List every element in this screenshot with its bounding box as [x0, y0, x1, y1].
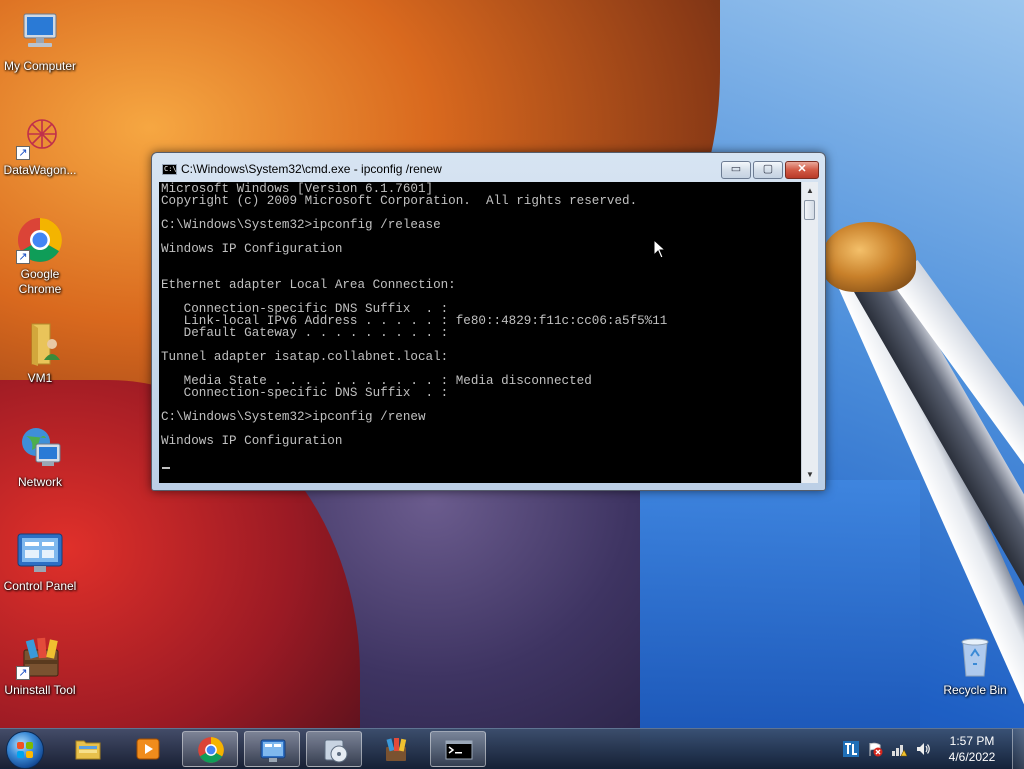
vertical-scrollbar[interactable]: ▲ ▼ [801, 182, 818, 483]
taskbar: 1:57 PM 4/6/2022 [0, 728, 1024, 769]
desktop-icon-network[interactable]: Network [0, 424, 80, 490]
folder-user-icon [16, 320, 64, 368]
network-icon [16, 424, 64, 472]
maximize-button[interactable]: ▢ [753, 161, 783, 179]
taskbar-clock[interactable]: 1:57 PM 4/6/2022 [930, 733, 1014, 765]
taskbar-command-prompt[interactable] [430, 731, 486, 767]
console-output[interactable]: Microsoft Windows [Version 6.1.7601] Cop… [159, 182, 801, 483]
show-desktop-button[interactable] [1012, 729, 1024, 769]
recycle-bin-icon [951, 632, 999, 680]
minimize-button[interactable]: ▭ [721, 161, 751, 179]
desktop-icon-control-panel[interactable]: Control Panel [0, 528, 80, 594]
scroll-up-arrow-icon[interactable]: ▲ [802, 182, 818, 199]
tl-app-icon[interactable] [843, 741, 859, 757]
control-panel-icon [260, 739, 286, 762]
shortcut-arrow-icon: ↗ [16, 146, 30, 160]
media-player-icon [136, 738, 160, 760]
text-cursor [162, 467, 170, 469]
start-button[interactable] [6, 731, 44, 769]
window-titlebar[interactable]: C:\ C:\Windows\System32\cmd.exe - ipconf… [152, 153, 825, 183]
clock-date: 4/6/2022 [948, 750, 996, 764]
close-button[interactable]: ✕ [785, 161, 819, 179]
mouse-pointer-icon [653, 239, 667, 259]
chrome-icon [198, 737, 224, 763]
windows-explorer-icon [75, 740, 101, 760]
uninstall-tool-icon [386, 738, 407, 761]
desktop-icon-google-chrome[interactable]: ↗ Google Chrome [0, 216, 80, 297]
volume-icon[interactable] [915, 741, 931, 757]
taskbar-disk-tool[interactable] [306, 731, 362, 767]
taskbar-windows-explorer[interactable] [60, 731, 116, 767]
clock-time: 1:57 PM [949, 734, 995, 748]
shortcut-arrow-icon: ↗ [16, 250, 30, 264]
network-warning-icon[interactable] [891, 741, 907, 757]
desktop-icon-vm1[interactable]: VM1 [0, 320, 80, 386]
control-panel-icon [16, 528, 64, 576]
taskbar-control-panel[interactable] [244, 731, 300, 767]
desktop-icon-uninstall-tool[interactable]: ↗ Uninstall Tool [0, 632, 80, 698]
action-center-flag-icon[interactable] [867, 741, 883, 757]
uninstall-tool-icon: ↗ [16, 632, 64, 680]
scroll-down-arrow-icon[interactable]: ▼ [802, 466, 818, 483]
window-title: C:\Windows\System32\cmd.exe - ipconfig /… [181, 162, 442, 176]
shortcut-arrow-icon: ↗ [16, 666, 30, 680]
datawagon-icon: ↗ [16, 112, 64, 160]
scroll-thumb[interactable] [804, 200, 815, 220]
command-prompt-icon: C:\ [162, 164, 177, 175]
console-text: Microsoft Windows [Version 6.1.7601] Cop… [161, 182, 668, 448]
chrome-icon: ↗ [16, 216, 64, 264]
command-prompt-icon [445, 740, 473, 760]
desktop-icon-my-computer[interactable]: My Computer [0, 8, 80, 74]
desktop-icon-datawagon[interactable]: ↗ DataWagon... [0, 112, 80, 178]
my-computer-icon [16, 8, 64, 56]
disk-tool-icon [324, 739, 348, 763]
taskbar-chrome[interactable] [182, 731, 238, 767]
windows-logo-icon [17, 742, 33, 758]
taskbar-uninstall-tool[interactable] [368, 731, 424, 767]
taskbar-media-player[interactable] [120, 731, 176, 767]
cmd-window[interactable]: C:\ C:\Windows\System32\cmd.exe - ipconf… [151, 152, 826, 491]
desktop-icon-recycle-bin[interactable]: Recycle Bin [935, 632, 1015, 698]
